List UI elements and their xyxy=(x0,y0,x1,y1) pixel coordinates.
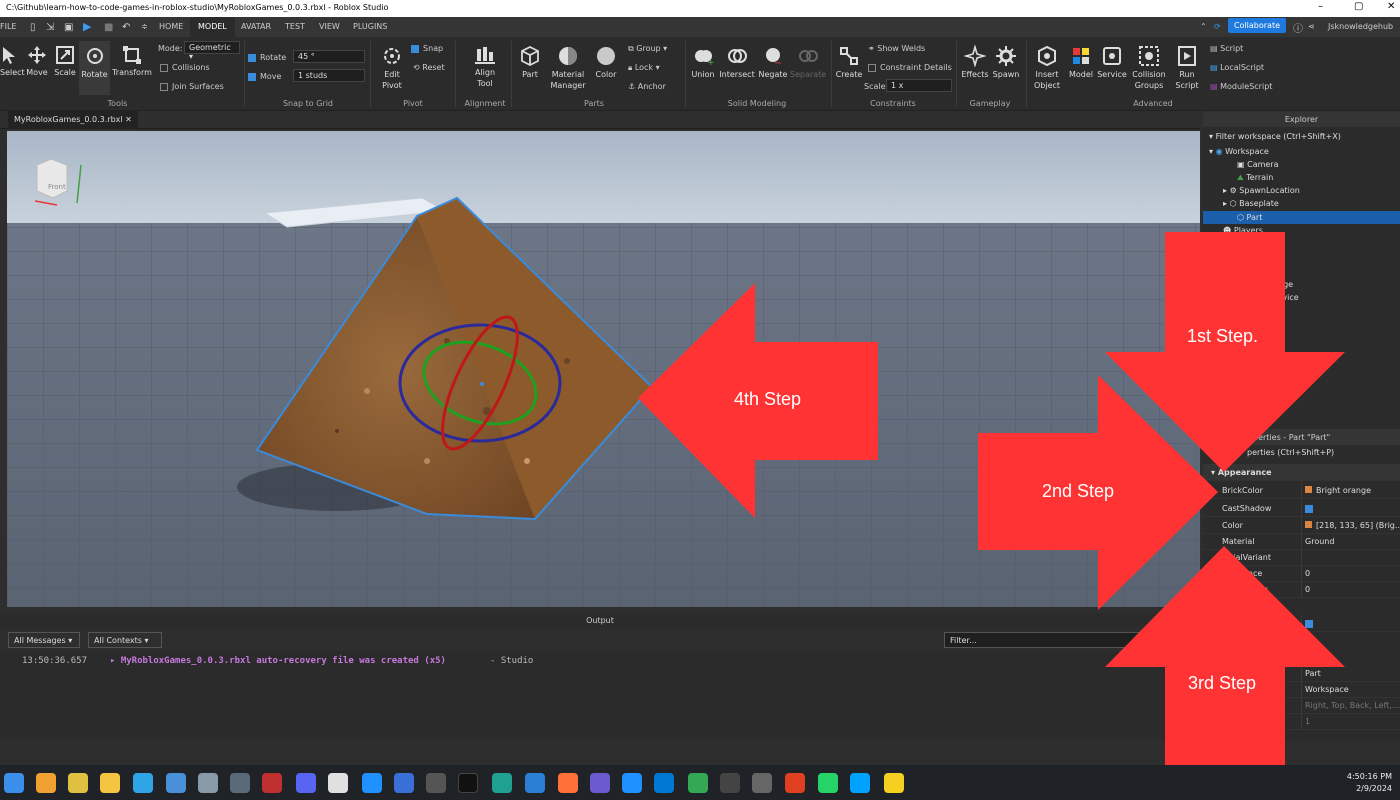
app-icon[interactable] xyxy=(622,773,642,793)
step3-label: 3rd Step xyxy=(1188,673,1257,693)
chrome-icon[interactable] xyxy=(688,773,708,793)
app-icon[interactable] xyxy=(492,773,512,793)
app-icon[interactable] xyxy=(785,773,805,793)
settings-icon[interactable] xyxy=(198,773,218,793)
edge-icon[interactable] xyxy=(133,773,153,793)
app-icon[interactable] xyxy=(394,773,414,793)
app-icon[interactable] xyxy=(720,773,740,793)
system-clock[interactable]: 4:50:16 PM 2/9/2024 xyxy=(1347,771,1392,795)
tiktok-icon[interactable] xyxy=(458,773,478,793)
weather-icon[interactable] xyxy=(36,773,56,793)
roblox-studio-icon[interactable] xyxy=(850,773,870,793)
taskbar xyxy=(0,765,1400,800)
clock-time: 4:50:16 PM xyxy=(1346,772,1392,781)
calculator-icon[interactable] xyxy=(230,773,250,793)
app-icon[interactable] xyxy=(654,773,674,793)
app-icon[interactable] xyxy=(590,773,610,793)
app-icon[interactable] xyxy=(328,773,348,793)
whatsapp-icon[interactable] xyxy=(818,773,838,793)
discord-icon[interactable] xyxy=(296,773,316,793)
store-icon[interactable] xyxy=(166,773,186,793)
firefox-icon[interactable] xyxy=(558,773,578,793)
app-icon[interactable] xyxy=(262,773,282,793)
app-icon[interactable] xyxy=(426,773,446,793)
app-icon[interactable] xyxy=(362,773,382,793)
sticky-notes-icon[interactable] xyxy=(884,773,904,793)
step1-label: 1st Step. xyxy=(1187,326,1259,346)
step2-label: 2nd Step xyxy=(1042,481,1115,501)
clock-date: 2/9/2024 xyxy=(1356,784,1392,793)
arrow-step3 xyxy=(1105,546,1345,790)
app-icon[interactable] xyxy=(752,773,772,793)
start-icon[interactable] xyxy=(4,773,24,793)
file-explorer-icon[interactable] xyxy=(100,773,120,793)
app-icon[interactable] xyxy=(68,773,88,793)
vscode-icon[interactable] xyxy=(525,773,545,793)
step4-label: 4th Step xyxy=(734,389,802,409)
